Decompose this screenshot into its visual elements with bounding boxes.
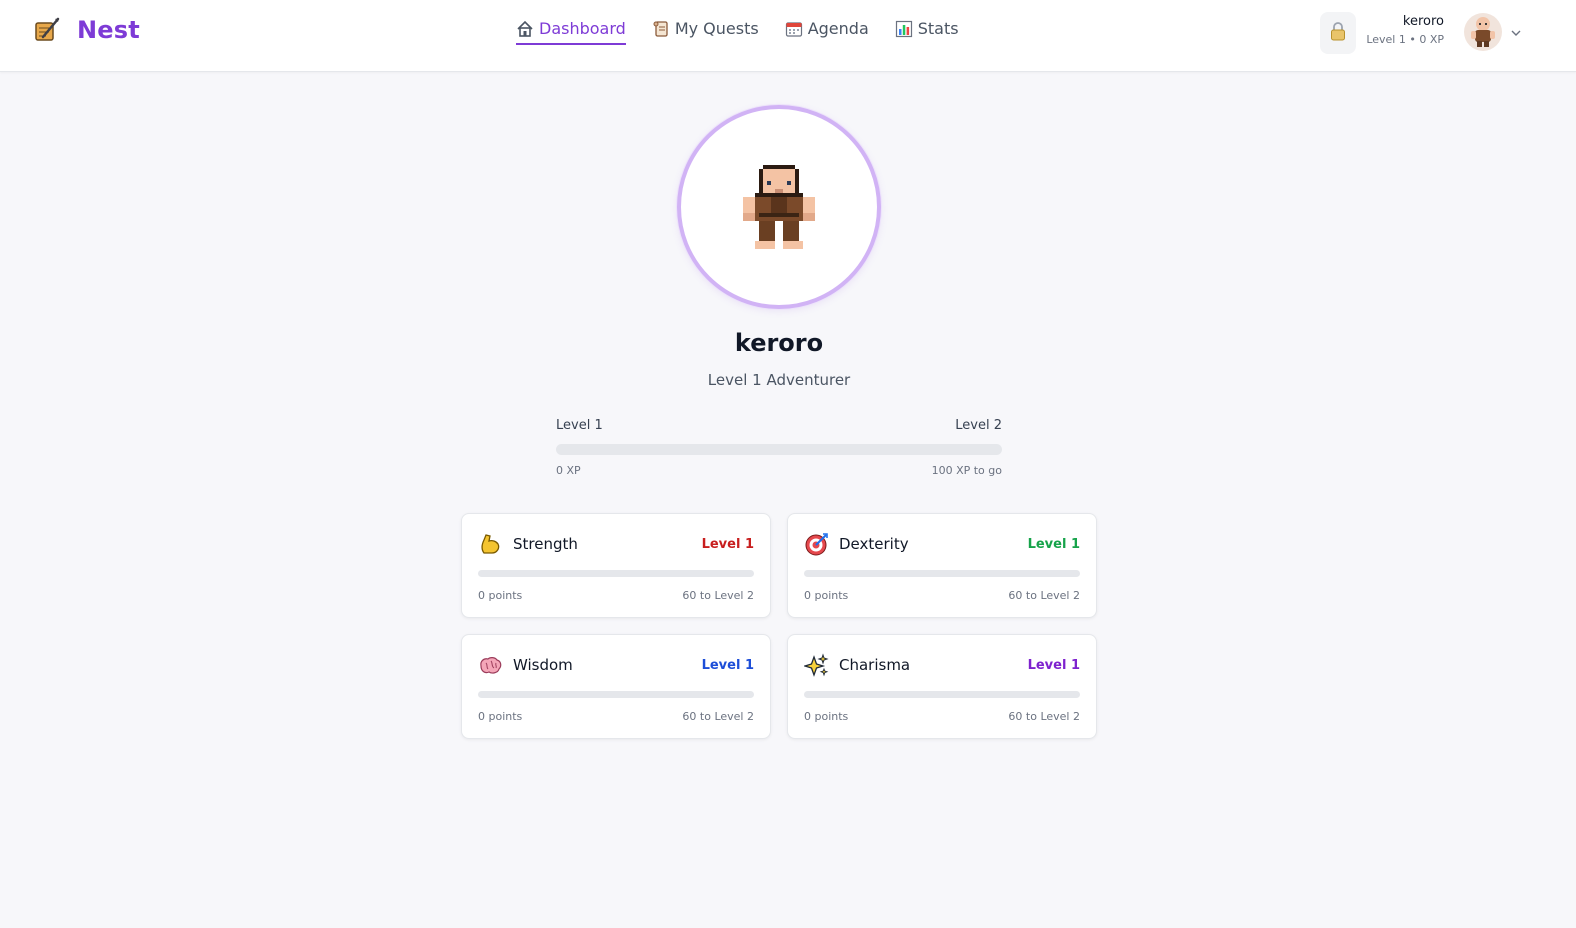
stat-card-charisma[interactable]: Charisma Level 1 0 points 60 to Level 2 — [787, 634, 1097, 739]
stat-card-wisdom[interactable]: Wisdom Level 1 0 points 60 to Level 2 — [461, 634, 771, 739]
app-name: Nest — [77, 16, 140, 44]
user-level-summary: Level 1 • 0 XP — [1366, 33, 1444, 46]
profile-avatar — [677, 105, 881, 309]
user-name: keroro — [1402, 14, 1444, 29]
stat-level: Level 1 — [1027, 536, 1080, 552]
target-icon — [804, 532, 829, 557]
stat-next-level: 60 to Level 2 — [682, 710, 754, 723]
home-icon — [516, 20, 534, 38]
nav-stats[interactable]: Stats — [895, 19, 959, 45]
profile-title: Level 1 Adventurer — [707, 371, 851, 389]
stat-points: 0 points — [478, 710, 523, 723]
current-level-label: Level 1 — [556, 418, 603, 433]
character-sprite-small — [1471, 17, 1495, 47]
xp-progress: Level 1 Level 2 0 XP 100 XP to go — [556, 418, 1002, 477]
flexed-biceps-icon — [478, 532, 503, 557]
nav-agenda-label: Agenda — [807, 19, 869, 38]
stat-points: 0 points — [804, 710, 849, 723]
brain-icon — [478, 653, 503, 678]
main-nav: Dashboard My Quests Agenda Stats — [516, 19, 959, 45]
nav-dashboard-label: Dashboard — [539, 19, 626, 38]
quill-notebook-icon — [33, 16, 61, 44]
nav-agenda[interactable]: Agenda — [785, 19, 869, 45]
stat-name: Charisma — [839, 656, 911, 674]
character-sprite — [743, 165, 815, 249]
chevron-down-icon[interactable] — [1509, 25, 1523, 39]
lock-icon — [1329, 21, 1347, 45]
stat-next-level: 60 to Level 2 — [1008, 710, 1080, 723]
stat-level: Level 1 — [701, 536, 754, 552]
stat-progress-bar — [804, 570, 1080, 577]
nav-dashboard[interactable]: Dashboard — [516, 19, 626, 45]
stat-level: Level 1 — [701, 657, 754, 673]
stat-card-dexterity[interactable]: Dexterity Level 1 0 points 60 to Level 2 — [787, 513, 1097, 618]
profile-name: keroro — [734, 329, 824, 357]
scroll-icon — [652, 20, 670, 38]
stat-progress-bar — [804, 691, 1080, 698]
stat-points: 0 points — [478, 589, 523, 602]
nav-my-quests[interactable]: My Quests — [652, 19, 759, 45]
stat-name: Wisdom — [513, 656, 573, 674]
xp-to-go: 100 XP to go — [931, 464, 1002, 477]
stat-name: Strength — [513, 535, 578, 553]
stat-points: 0 points — [804, 589, 849, 602]
nav-my-quests-label: My Quests — [674, 19, 759, 38]
stat-name: Dexterity — [839, 535, 909, 553]
xp-current: 0 XP — [556, 464, 581, 477]
brand[interactable]: Nest — [33, 16, 140, 44]
next-level-label: Level 2 — [955, 418, 1002, 433]
stat-next-level: 60 to Level 2 — [1008, 589, 1080, 602]
sparkles-icon — [802, 652, 829, 678]
avatar[interactable] — [1464, 13, 1502, 51]
nav-stats-label: Stats — [917, 19, 959, 38]
bar-chart-icon — [895, 20, 913, 38]
user-menu-info[interactable]: keroro Level 1 • 0 XP — [1360, 14, 1444, 46]
calendar-icon — [785, 20, 803, 38]
stat-progress-bar — [478, 691, 754, 698]
xp-progress-bar — [556, 444, 1002, 455]
stat-next-level: 60 to Level 2 — [682, 589, 754, 602]
stat-card-strength[interactable]: Strength Level 1 0 points 60 to Level 2 — [461, 513, 771, 618]
top-navigation-bar: Nest Dashboard My Quests Agenda Stats ke… — [0, 0, 1576, 72]
lock-button[interactable] — [1320, 12, 1356, 54]
stat-level: Level 1 — [1027, 657, 1080, 673]
stat-progress-bar — [478, 570, 754, 577]
